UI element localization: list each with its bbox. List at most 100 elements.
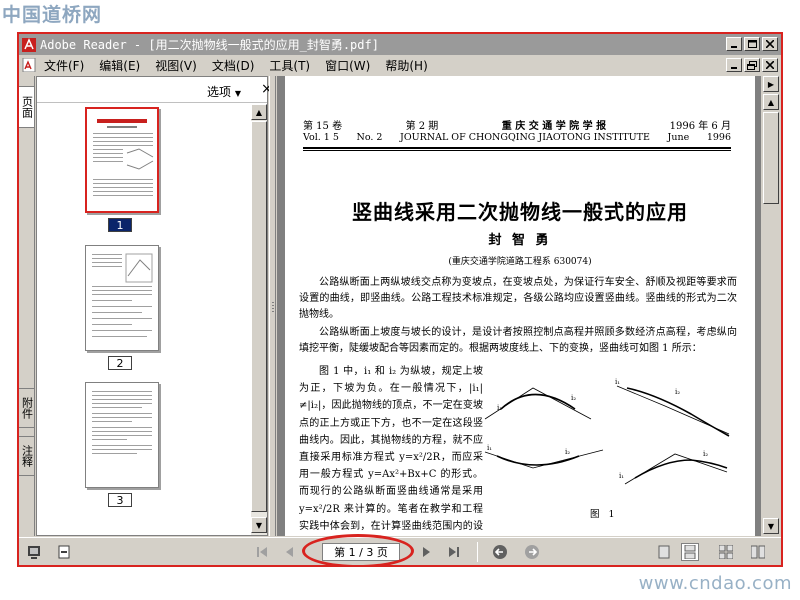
- single-page-view-button[interactable]: [655, 543, 673, 561]
- splitter-grip: [272, 308, 274, 309]
- close-icon: [766, 61, 774, 69]
- figure-caption: 图 1: [590, 509, 618, 520]
- menu-document[interactable]: 文档(D): [212, 57, 255, 74]
- dropdown-arrow-icon: ▼: [234, 89, 241, 98]
- page-number-field[interactable]: 第 1 / 3 页: [322, 543, 400, 561]
- document-scrollbar[interactable]: ▶ ▲ ▼: [761, 76, 781, 536]
- journal-name-en: JOURNAL OF CHONGQING JIAOTONG INSTITUTE: [400, 132, 650, 143]
- tab-pages[interactable]: 页面: [19, 86, 35, 128]
- site-watermark-top: 中国道桥网: [2, 4, 103, 26]
- menu-tools[interactable]: 工具(T): [269, 57, 310, 74]
- thumbnails-header: 选项 ▼ ×: [37, 77, 273, 103]
- tab-comments[interactable]: 注释: [19, 436, 35, 476]
- page-label-1[interactable]: 1: [108, 218, 132, 232]
- thumbnails-scrollbar[interactable]: ▲ ▼: [251, 104, 267, 535]
- navigation-tabs: 页面 附件 注释: [19, 76, 35, 536]
- doc-minimize-button[interactable]: [726, 58, 742, 72]
- splitter-grip: [272, 311, 274, 312]
- doc-close-button[interactable]: [762, 58, 778, 72]
- facing-view-button[interactable]: [749, 543, 767, 561]
- header-rule-thin: [303, 150, 731, 151]
- issue-cn: 第 2 期: [405, 121, 439, 132]
- splitter-grip: [272, 305, 274, 306]
- doc-scrollbar-thumb[interactable]: [763, 112, 779, 204]
- page-label-3[interactable]: 3: [108, 493, 132, 507]
- menu-help[interactable]: 帮助(H): [385, 57, 427, 74]
- minimize-icon: [731, 46, 737, 48]
- last-page-button[interactable]: [445, 543, 463, 561]
- previous-page-icon: [286, 547, 293, 557]
- journal-header-cn: 第 15 卷 第 2 期 重 庆 交 通 学 院 学 报 1996 年 6 月: [303, 117, 731, 132]
- volume-en: Vol. 1 5: [303, 132, 339, 143]
- journal-header-en: Vol. 1 5 No. 2 JOURNAL OF CHONGQING JIAO…: [303, 132, 731, 143]
- previous-view-button[interactable]: [491, 543, 509, 561]
- fig-label-i1-b: i₁: [615, 378, 620, 386]
- arrow-down-icon: ▼: [767, 521, 775, 531]
- arrow-up-icon: ▲: [767, 97, 775, 107]
- fig-label-i1-d: i₁: [619, 472, 624, 480]
- menu-file[interactable]: 文件(F): [44, 57, 84, 74]
- toggle-panel-button[interactable]: [25, 543, 43, 561]
- minimize-icon: [731, 67, 737, 69]
- pdf-document-icon[interactable]: [22, 58, 36, 72]
- page-size-button[interactable]: [55, 543, 73, 561]
- paper-affiliation: (重庆交通学院道路工程系 630074): [448, 257, 592, 267]
- site-watermark-bottom: www.cndao.com: [638, 573, 792, 594]
- page-icon: [58, 545, 70, 559]
- fig-label-i1-a: i₁: [497, 404, 502, 412]
- tab-comments-label: 注释: [20, 445, 34, 467]
- menu-view[interactable]: 视图(V): [155, 57, 197, 74]
- first-page-button[interactable]: [253, 543, 271, 561]
- paragraph-2: 公路纵断面上坡度与坡长的设计，是设计者按照控制点高程并照顾多数经济点高程，考虑纵…: [299, 327, 737, 354]
- previous-page-button[interactable]: [281, 543, 299, 561]
- maximize-button[interactable]: [744, 37, 760, 51]
- page-preview-2: [92, 253, 153, 337]
- doc-panel-arrow-button[interactable]: ▶: [763, 76, 779, 92]
- doc-scroll-up-button[interactable]: ▲: [763, 94, 779, 110]
- page-preview-1: [93, 119, 154, 196]
- scroll-down-button[interactable]: ▼: [251, 517, 267, 533]
- page-label-2[interactable]: 2: [108, 356, 132, 370]
- issue-en: No. 2: [356, 132, 383, 143]
- fig-label-i2-a: i₂: [571, 394, 576, 402]
- scroll-up-button[interactable]: ▲: [251, 104, 267, 120]
- navigation-bar: 第 1 / 3 页: [19, 534, 781, 565]
- volume-cn: 第 15 卷: [303, 121, 343, 132]
- doc-scroll-down-button[interactable]: ▼: [763, 518, 779, 534]
- facing-continuous-view-button[interactable]: [717, 543, 735, 561]
- single-page-icon: [658, 545, 670, 559]
- close-button[interactable]: [762, 37, 778, 51]
- page-thumbnail-2[interactable]: [85, 245, 159, 351]
- document-viewport[interactable]: 第 15 卷 第 2 期 重 庆 交 通 学 院 学 报 1996 年 6 月 …: [277, 76, 761, 536]
- minimize-button[interactable]: [726, 37, 742, 51]
- menu-bar: 文件(F) 编辑(E) 视图(V) 文档(D) 工具(T) 窗口(W) 帮助(H…: [19, 55, 781, 75]
- continuous-view-button[interactable]: [681, 543, 699, 561]
- separator: [477, 542, 478, 562]
- year-en: 1996: [706, 132, 731, 143]
- pdf-page: 第 15 卷 第 2 期 重 庆 交 通 学 院 学 报 1996 年 6 月 …: [285, 76, 755, 536]
- splitter-grip: [272, 302, 274, 303]
- paragraph-3: 图 1 中，i₁ 和 i₂ 为纵坡，规定上坡为正，下坡为负。在一般情况下，|i₁…: [299, 366, 483, 532]
- menu-edit[interactable]: 编辑(E): [99, 57, 140, 74]
- options-label: 选项: [207, 85, 232, 99]
- doc-restore-button[interactable]: [744, 58, 760, 72]
- adobe-reader-icon: [22, 37, 36, 52]
- fig-label-i2-b: i₂: [675, 388, 680, 396]
- tab-attachments[interactable]: 附件: [19, 388, 35, 428]
- next-page-button[interactable]: [417, 543, 435, 561]
- paper-author: 封 智 勇: [488, 233, 552, 248]
- options-dropdown[interactable]: 选项 ▼: [207, 83, 241, 100]
- continuous-page-icon: [684, 545, 696, 559]
- page-thumbnail-3[interactable]: [85, 382, 159, 488]
- last-page-icon: [449, 547, 459, 557]
- header-rule: [303, 147, 731, 149]
- month-en: June: [667, 132, 690, 143]
- menu-window[interactable]: 窗口(W): [325, 57, 370, 74]
- page-thumbnail-1[interactable]: [85, 107, 159, 213]
- window-title: Adobe Reader - [用二次抛物线一般式的应用_封智勇.pdf]: [40, 38, 379, 52]
- scrollbar-thumb[interactable]: [251, 121, 267, 512]
- arrow-down-icon: ▼: [255, 520, 263, 530]
- panel-splitter[interactable]: [269, 76, 276, 536]
- next-page-icon: [423, 547, 430, 557]
- next-view-button[interactable]: [523, 543, 541, 561]
